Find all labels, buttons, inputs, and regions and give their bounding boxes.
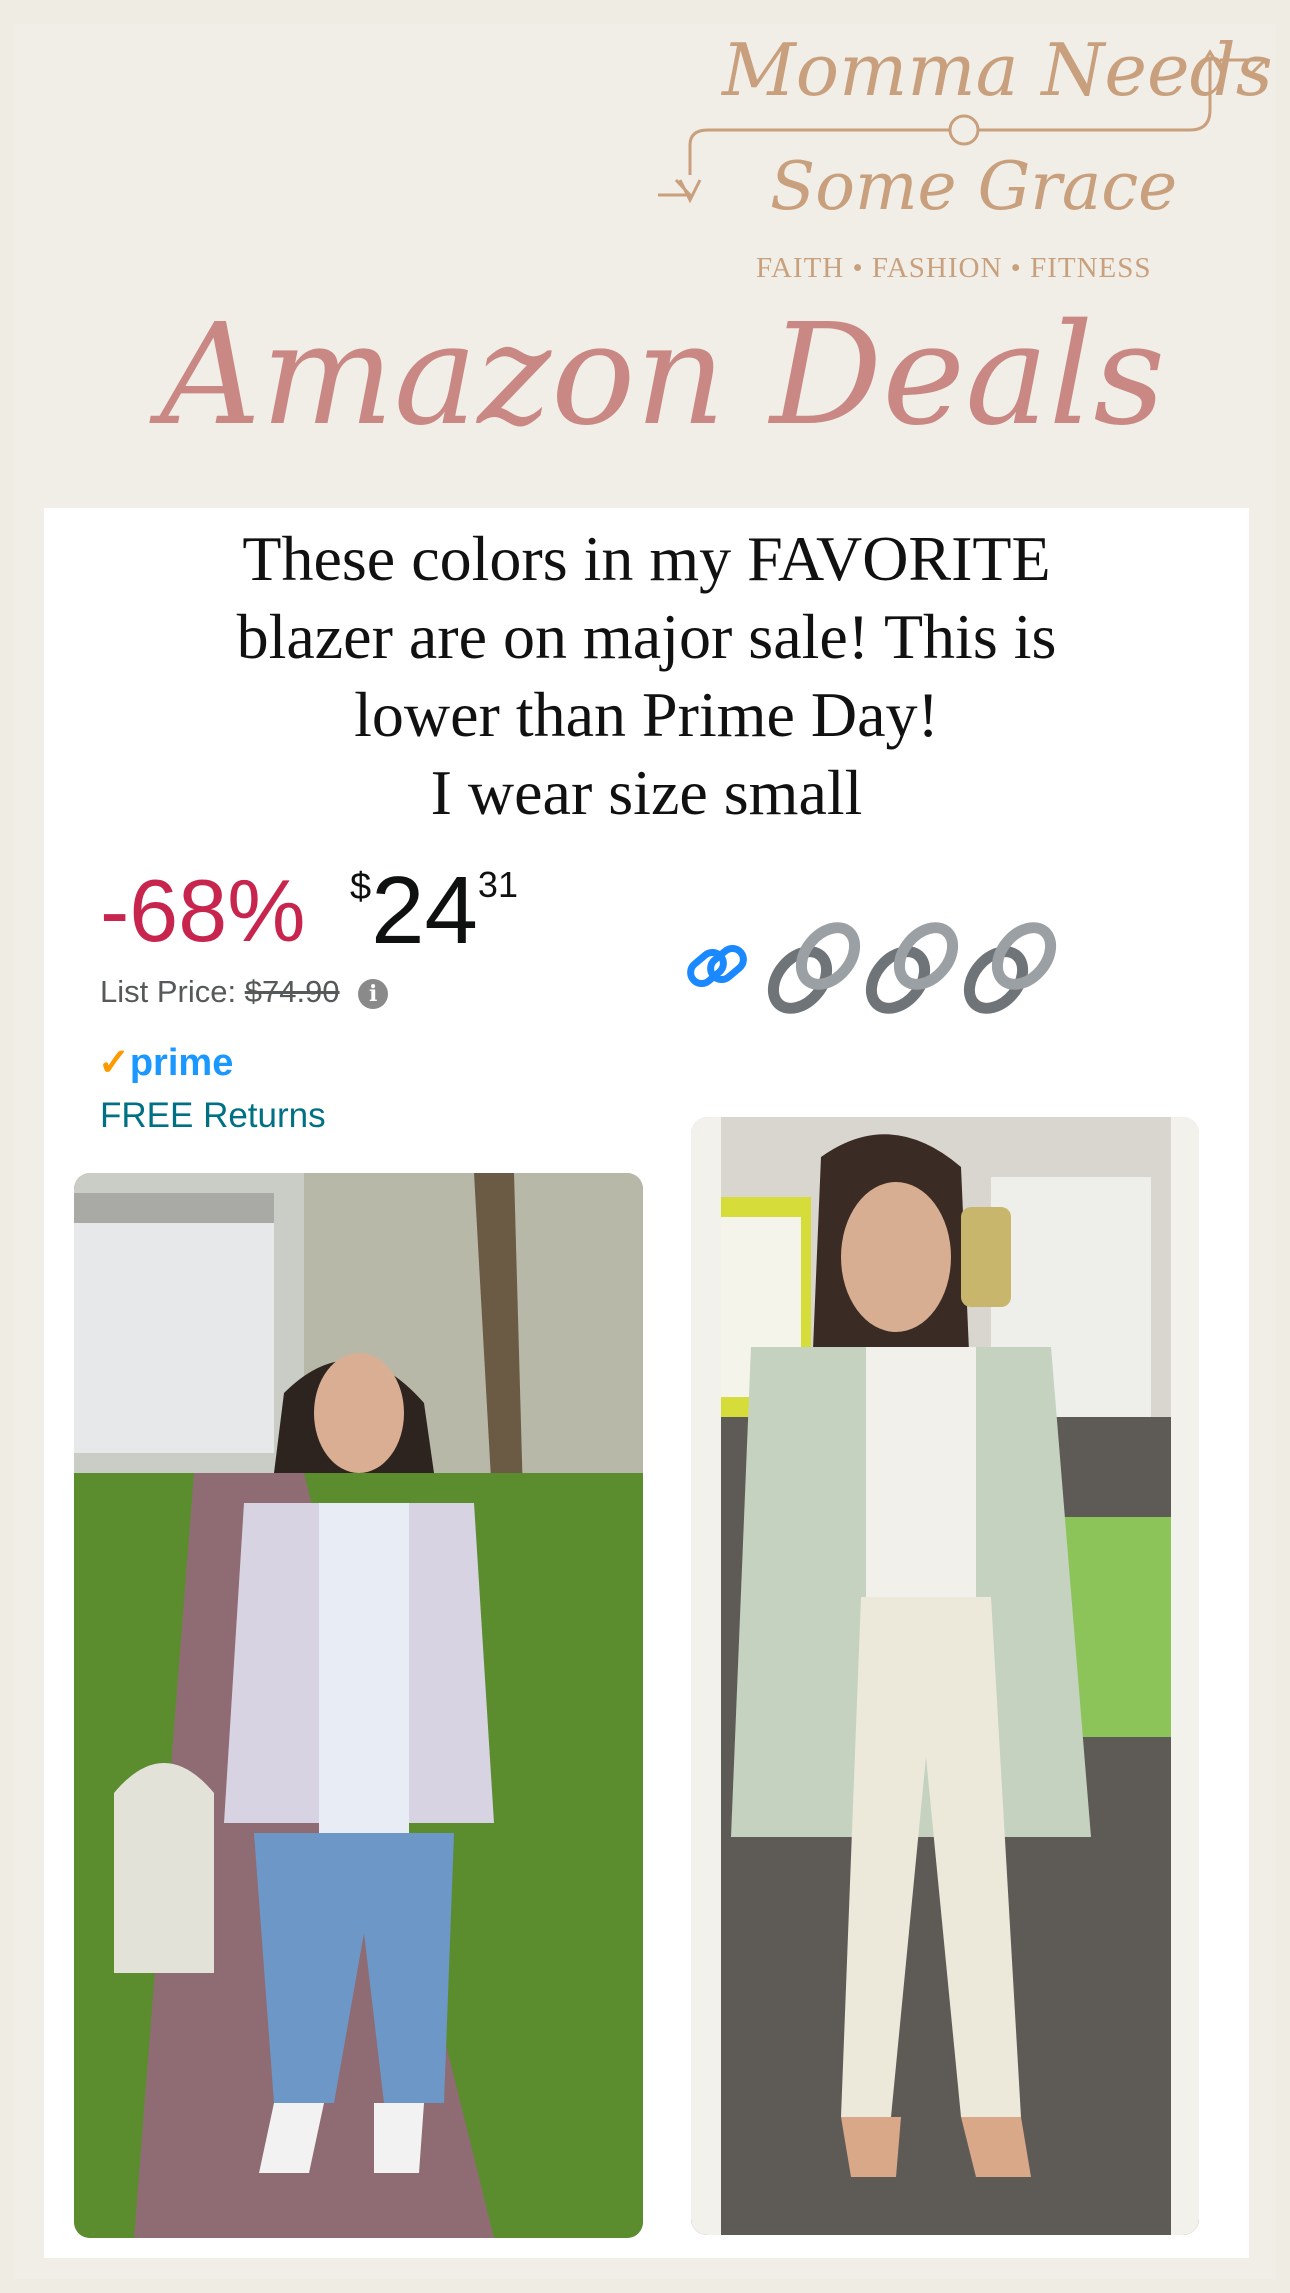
link-icon[interactable] bbox=[686, 944, 748, 988]
outfit-photo-left[interactable] bbox=[74, 1173, 643, 2238]
list-price-label: List Price: bbox=[100, 974, 237, 1009]
headline-line: I wear size small bbox=[430, 757, 863, 828]
free-returns-link[interactable]: FREE Returns bbox=[100, 1096, 326, 1136]
chain-link-icon bbox=[865, 922, 959, 1014]
price-fraction: 31 bbox=[477, 864, 518, 905]
outfit-photo-right[interactable] bbox=[691, 1117, 1199, 2235]
headline-line: lower than Prime Day! bbox=[354, 679, 939, 750]
sale-price: $2431 bbox=[350, 856, 518, 966]
discount-percent: -68% bbox=[100, 861, 306, 960]
price-currency: $ bbox=[350, 866, 372, 908]
chain-link-icon bbox=[963, 922, 1057, 1014]
page-title: Amazon Deals bbox=[160, 294, 1166, 457]
list-price-value: $74.90 bbox=[244, 974, 340, 1009]
headline: These colors in my FAVORITE blazer are o… bbox=[44, 520, 1249, 832]
prime-check-icon: ✓ bbox=[98, 1042, 130, 1084]
list-price: List Price: $74.90 i bbox=[100, 974, 389, 1010]
logo-line-2: Some Grace bbox=[770, 148, 1178, 225]
headline-line: blazer are on major sale! This is bbox=[236, 601, 1057, 672]
prime-badge: ✓prime bbox=[98, 1040, 233, 1085]
prime-label: prime bbox=[129, 1042, 234, 1084]
links-group bbox=[686, 922, 1057, 1014]
logo-line-1: Momma Needs bbox=[722, 28, 1273, 112]
chain-link-icon bbox=[767, 922, 861, 1014]
brand-logo: Momma Needs Some Grace FAITH • FASHION •… bbox=[650, 20, 1273, 290]
headline-line: These colors in my FAVORITE bbox=[242, 523, 1051, 594]
logo-tagline: FAITH • FASHION • FITNESS bbox=[756, 252, 1152, 284]
info-icon[interactable]: i bbox=[358, 978, 389, 1009]
price-whole: 24 bbox=[371, 857, 478, 964]
